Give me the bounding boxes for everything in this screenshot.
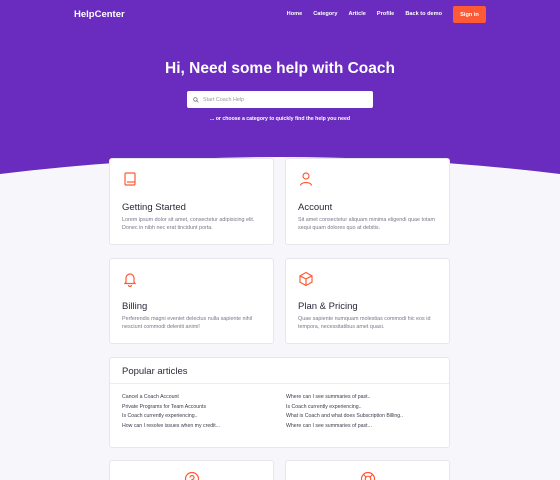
popular-articles-panel: Popular articles Cancel a Coach Account … [109, 357, 450, 448]
category-description: Perferendis magni eveniet delectus nulla… [122, 316, 253, 331]
article-link[interactable]: Cancel a Coach Account [122, 394, 220, 400]
category-description: Lorem ipsum dolor sit amet, consectetur … [122, 217, 255, 232]
category-description: Quae sapiente numquam molestias commodi … [298, 316, 431, 331]
user-icon [299, 172, 313, 186]
category-title: Plan & Pricing [298, 301, 358, 312]
nav-profile[interactable]: Profile [377, 11, 394, 17]
article-link[interactable]: Where can I see summaries of past.. [286, 394, 403, 400]
hero-subtitle: ... or choose a category to quickly find… [209, 116, 351, 122]
popular-articles-left-column: Cancel a Coach Account Private Programs … [122, 394, 220, 429]
search-input[interactable] [203, 96, 363, 103]
hero-title: Hi, Need some help with Coach [165, 60, 395, 77]
article-link[interactable]: Is Coach currently experiencing.. [286, 404, 403, 410]
article-link[interactable]: What is Coach and what does Subscription… [286, 413, 403, 419]
nav-home[interactable]: Home [287, 11, 303, 17]
category-card-plan-pricing[interactable]: Plan & Pricing Quae sapiente numquam mol… [285, 258, 450, 344]
article-link[interactable]: How can I resolve issues when my credit.… [122, 423, 220, 429]
category-title: Billing [122, 301, 148, 312]
signin-button[interactable]: Sign in [453, 6, 486, 23]
lifebuoy-icon [360, 471, 376, 480]
search-icon [193, 96, 199, 103]
category-card-support[interactable] [285, 460, 450, 480]
nav-article[interactable]: Article [348, 11, 365, 17]
top-navbar: HelpCenter Home Category Article Profile… [0, 0, 560, 30]
question-icon [184, 471, 200, 480]
category-card-account[interactable]: Account Sit amet consectetur aliquam min… [285, 158, 450, 245]
popular-articles-title: Popular articles [122, 366, 188, 377]
nav-menu: Home Category Article Profile Back to de… [287, 11, 442, 17]
article-link[interactable]: Private Programs for Team Accounts [122, 404, 220, 410]
search-box[interactable] [187, 91, 373, 108]
category-card-billing[interactable]: Billing Perferendis magni eveniet delect… [109, 258, 274, 344]
bell-icon [123, 273, 137, 287]
article-link[interactable]: Where can I see summaries of past... [286, 423, 403, 429]
popular-articles-right-column: Where can I see summaries of past.. Is C… [286, 394, 403, 429]
category-title: Getting Started [122, 202, 186, 213]
category-card-getting-started[interactable]: Getting Started Lorem ipsum dolor sit am… [109, 158, 274, 245]
book-icon [124, 172, 136, 186]
logo[interactable]: HelpCenter [74, 9, 125, 20]
cube-icon [299, 271, 313, 287]
article-link[interactable]: Is Coach currently experiencing.. [122, 413, 220, 419]
nav-back-to-demo[interactable]: Back to demo [405, 11, 442, 17]
category-description: Sit amet consectetur aliquam minima elig… [298, 217, 435, 232]
category-title: Account [298, 202, 333, 213]
divider [110, 383, 449, 384]
category-card-help[interactable] [109, 460, 274, 480]
nav-category[interactable]: Category [313, 11, 337, 17]
